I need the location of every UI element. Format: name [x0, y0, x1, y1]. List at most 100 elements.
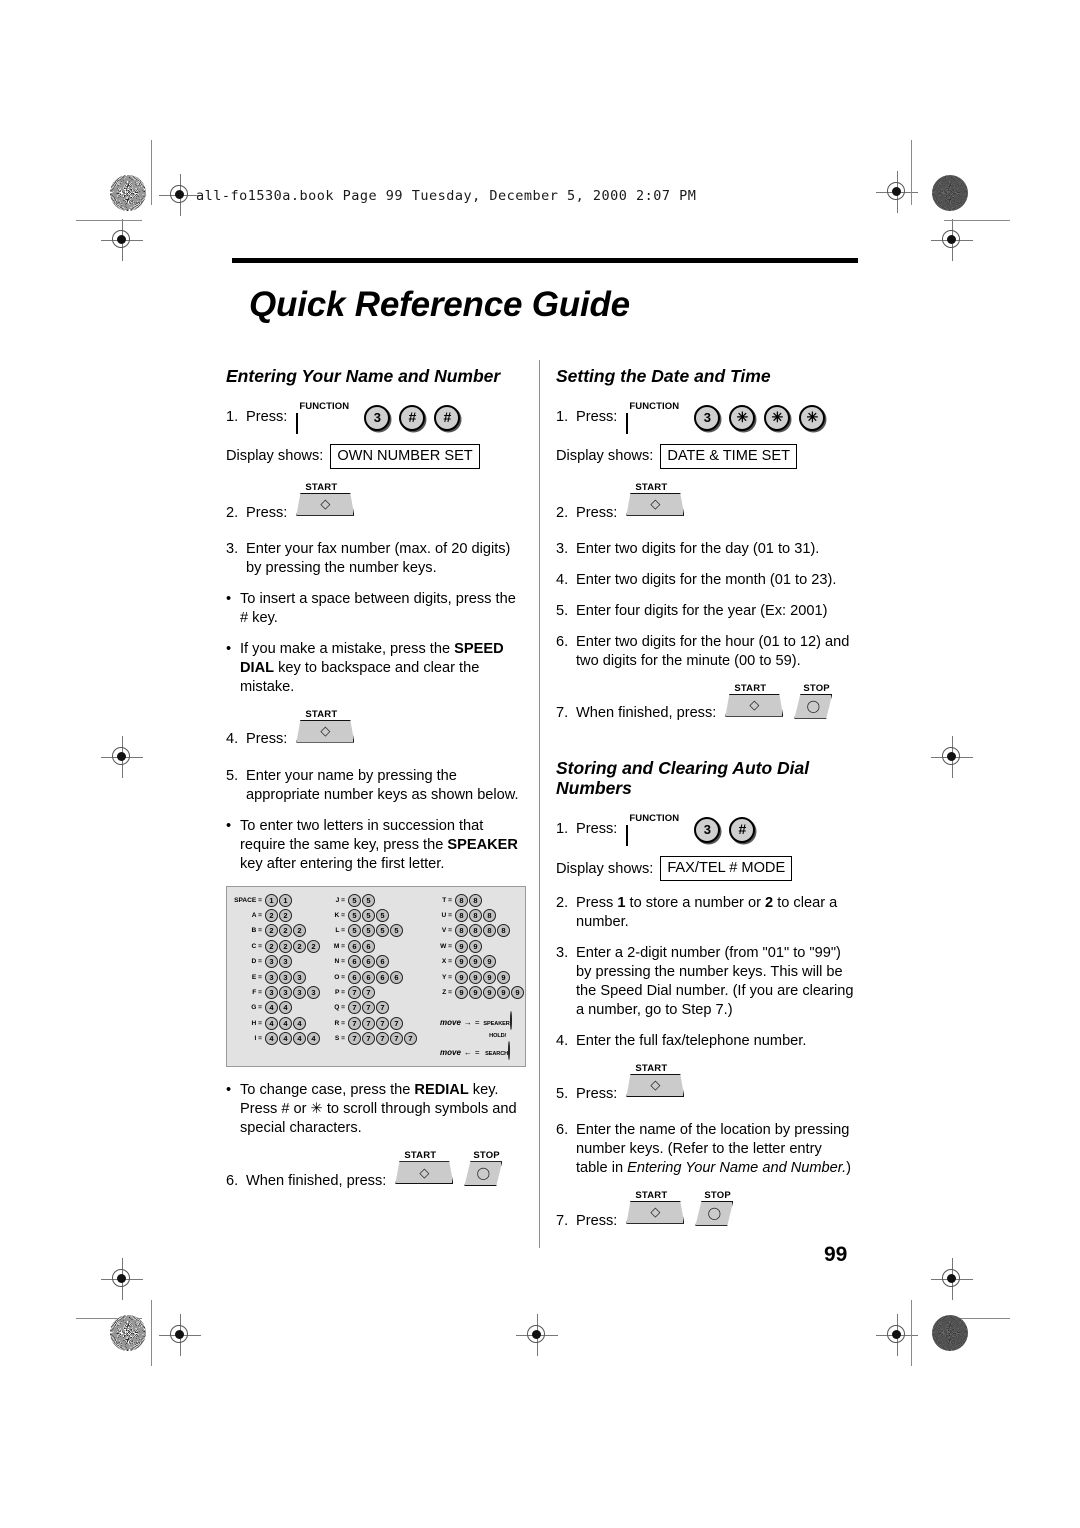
- letter-table-digit-key[interactable]: 7: [390, 1016, 403, 1030]
- letter-table-digit-key[interactable]: 8: [455, 924, 468, 938]
- letter-table-digit-key[interactable]: 2: [293, 924, 306, 938]
- letter-table-digit-key[interactable]: 6: [390, 970, 403, 984]
- letter-table-digit-key[interactable]: 8: [497, 924, 510, 938]
- key-star[interactable]: ✳: [799, 404, 826, 431]
- letter-table-digit-key[interactable]: 3: [265, 986, 278, 1000]
- letter-table-digit-key[interactable]: 5: [348, 893, 361, 907]
- letter-table-digit-key[interactable]: 4: [293, 1032, 306, 1046]
- letter-table-digit-key[interactable]: 9: [483, 986, 496, 1000]
- function-key[interactable]: FUNCTION: [296, 401, 355, 434]
- letter-table-digit-key[interactable]: 2: [307, 939, 320, 953]
- letter-table-digit-key[interactable]: 2: [265, 939, 278, 953]
- letter-table-digit-key[interactable]: 4: [265, 1016, 278, 1030]
- key-star[interactable]: ✳: [764, 404, 791, 431]
- letter-table-digit-key[interactable]: 2: [279, 909, 292, 923]
- letter-table-digit-key[interactable]: 9: [455, 955, 468, 969]
- letter-table-digit-key[interactable]: 6: [348, 939, 361, 953]
- letter-table-digit-key[interactable]: 7: [362, 1001, 375, 1015]
- key-3[interactable]: 3: [694, 817, 721, 844]
- key-hash[interactable]: #: [729, 817, 756, 844]
- letter-table-digit-key[interactable]: 4: [279, 1032, 292, 1046]
- letter-table-digit-key[interactable]: 5: [348, 909, 361, 923]
- key-3[interactable]: 3: [694, 404, 721, 431]
- key-hash[interactable]: #: [434, 404, 461, 431]
- start-key[interactable]: START ◇: [296, 482, 356, 527]
- letter-table-digit-key[interactable]: 8: [469, 924, 482, 938]
- letter-table-digit-key[interactable]: 5: [362, 893, 375, 907]
- letter-table-digit-key[interactable]: 3: [307, 986, 320, 1000]
- key-star[interactable]: ✳: [729, 404, 756, 431]
- letter-table-digit-key[interactable]: 8: [483, 909, 496, 923]
- letter-table-digit-key[interactable]: 6: [376, 970, 389, 984]
- letter-table-digit-key[interactable]: 6: [362, 970, 375, 984]
- start-key[interactable]: START ◇: [296, 709, 356, 754]
- function-key[interactable]: FUNCTION: [626, 401, 685, 434]
- letter-table-digit-key[interactable]: 5: [376, 909, 389, 923]
- letter-table-digit-key[interactable]: 2: [265, 909, 278, 923]
- letter-table-digit-key[interactable]: 9: [455, 986, 468, 1000]
- letter-table-digit-key[interactable]: 7: [348, 1001, 361, 1015]
- letter-table-digit-key[interactable]: 9: [483, 955, 496, 969]
- letter-table-digit-key[interactable]: 3: [279, 970, 292, 984]
- letter-table-digit-key[interactable]: 8: [455, 909, 468, 923]
- function-key[interactable]: FUNCTION: [626, 813, 685, 846]
- letter-table-digit-key[interactable]: 6: [362, 955, 375, 969]
- letter-table-digit-key[interactable]: 5: [376, 924, 389, 938]
- letter-table-digit-key[interactable]: 4: [279, 1001, 292, 1015]
- letter-table-digit-key[interactable]: 9: [469, 970, 482, 984]
- letter-table-digit-key[interactable]: 5: [390, 924, 403, 938]
- letter-table-digit-key[interactable]: 9: [483, 970, 496, 984]
- letter-table-digit-key[interactable]: 3: [293, 970, 306, 984]
- key-hash[interactable]: #: [399, 404, 426, 431]
- letter-table-digit-key[interactable]: 4: [279, 1016, 292, 1030]
- letter-table-digit-key[interactable]: 6: [348, 955, 361, 969]
- letter-table-digit-key[interactable]: 3: [265, 955, 278, 969]
- letter-table-digit-key[interactable]: 1: [279, 893, 292, 907]
- start-key[interactable]: START ◇: [395, 1150, 455, 1195]
- letter-table-digit-key[interactable]: 3: [265, 970, 278, 984]
- stop-key[interactable]: STOP ◯: [794, 683, 838, 728]
- letter-table-digit-key[interactable]: 6: [362, 939, 375, 953]
- letter-table-digit-key[interactable]: 5: [362, 909, 375, 923]
- letter-table-digit-key[interactable]: 5: [362, 924, 375, 938]
- letter-table-digit-key[interactable]: 6: [348, 970, 361, 984]
- start-key[interactable]: START ◇: [626, 1063, 686, 1108]
- letter-table-digit-key[interactable]: 9: [497, 986, 510, 1000]
- letter-table-digit-key[interactable]: 3: [279, 986, 292, 1000]
- letter-table-digit-key[interactable]: 7: [348, 1032, 361, 1046]
- letter-table-digit-key[interactable]: 7: [404, 1032, 417, 1046]
- letter-table-digit-key[interactable]: 5: [348, 924, 361, 938]
- stop-key[interactable]: STOP ◯: [695, 1190, 739, 1235]
- key-3[interactable]: 3: [364, 404, 391, 431]
- letter-table-digit-key[interactable]: 4: [265, 1032, 278, 1046]
- letter-table-digit-key[interactable]: 9: [469, 955, 482, 969]
- letter-table-digit-key[interactable]: 9: [455, 939, 468, 953]
- letter-table-digit-key[interactable]: 8: [469, 909, 482, 923]
- letter-table-digit-key[interactable]: 2: [293, 939, 306, 953]
- letter-table-digit-key[interactable]: 2: [279, 939, 292, 953]
- letter-table-digit-key[interactable]: 6: [376, 955, 389, 969]
- letter-table-digit-key[interactable]: 7: [362, 1016, 375, 1030]
- letter-table-digit-key[interactable]: 9: [469, 986, 482, 1000]
- letter-table-digit-key[interactable]: 7: [376, 1016, 389, 1030]
- letter-table-digit-key[interactable]: 9: [497, 970, 510, 984]
- start-key[interactable]: START ◇: [725, 683, 785, 728]
- letter-table-digit-key[interactable]: 4: [307, 1032, 320, 1046]
- letter-table-digit-key[interactable]: 1: [265, 893, 278, 907]
- stop-key[interactable]: STOP ◯: [464, 1150, 508, 1195]
- letter-table-digit-key[interactable]: 8: [469, 893, 482, 907]
- letter-table-digit-key[interactable]: 4: [265, 1001, 278, 1015]
- letter-table-digit-key[interactable]: 8: [483, 924, 496, 938]
- letter-table-digit-key[interactable]: 9: [455, 970, 468, 984]
- letter-table-digit-key[interactable]: 7: [390, 1032, 403, 1046]
- letter-table-digit-key[interactable]: 7: [348, 986, 361, 1000]
- letter-table-digit-key[interactable]: 9: [469, 939, 482, 953]
- letter-table-digit-key[interactable]: 7: [376, 1032, 389, 1046]
- letter-table-digit-key[interactable]: 3: [293, 986, 306, 1000]
- letter-table-digit-key[interactable]: 7: [376, 1001, 389, 1015]
- letter-table-digit-key[interactable]: 8: [455, 893, 468, 907]
- start-key[interactable]: START ◇: [626, 1190, 686, 1235]
- letter-table-digit-key[interactable]: 9: [511, 986, 524, 1000]
- letter-table-digit-key[interactable]: 4: [293, 1016, 306, 1030]
- letter-table-digit-key[interactable]: 7: [362, 1032, 375, 1046]
